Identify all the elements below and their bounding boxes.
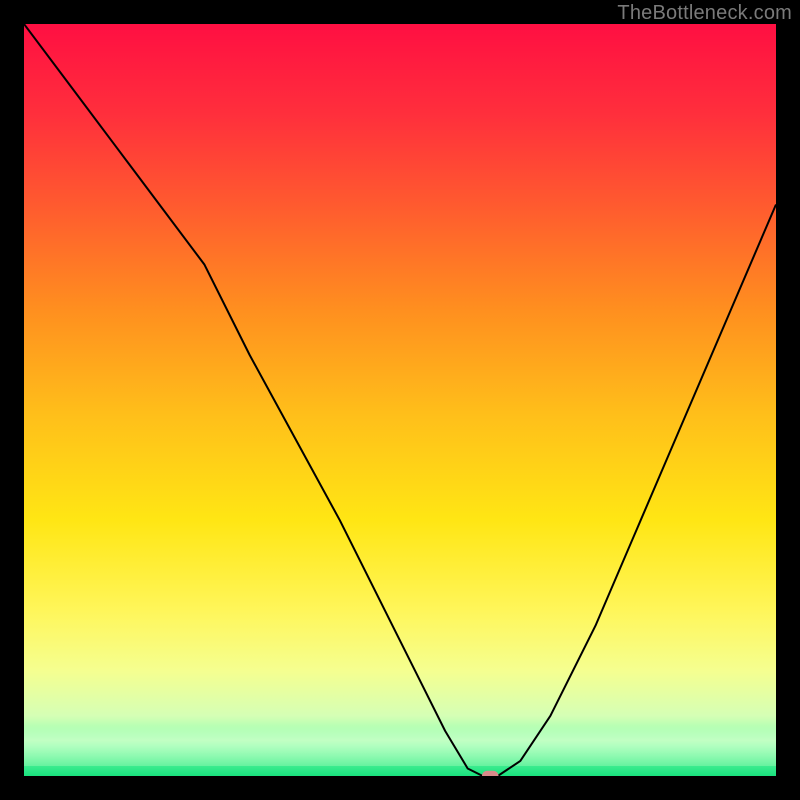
optimal-marker (24, 24, 776, 776)
chart-frame: TheBottleneck.com (0, 0, 800, 800)
attribution-text: TheBottleneck.com (617, 2, 792, 25)
plot-area (24, 24, 776, 776)
green-band (24, 726, 776, 766)
bottleneck-curve (24, 24, 776, 776)
